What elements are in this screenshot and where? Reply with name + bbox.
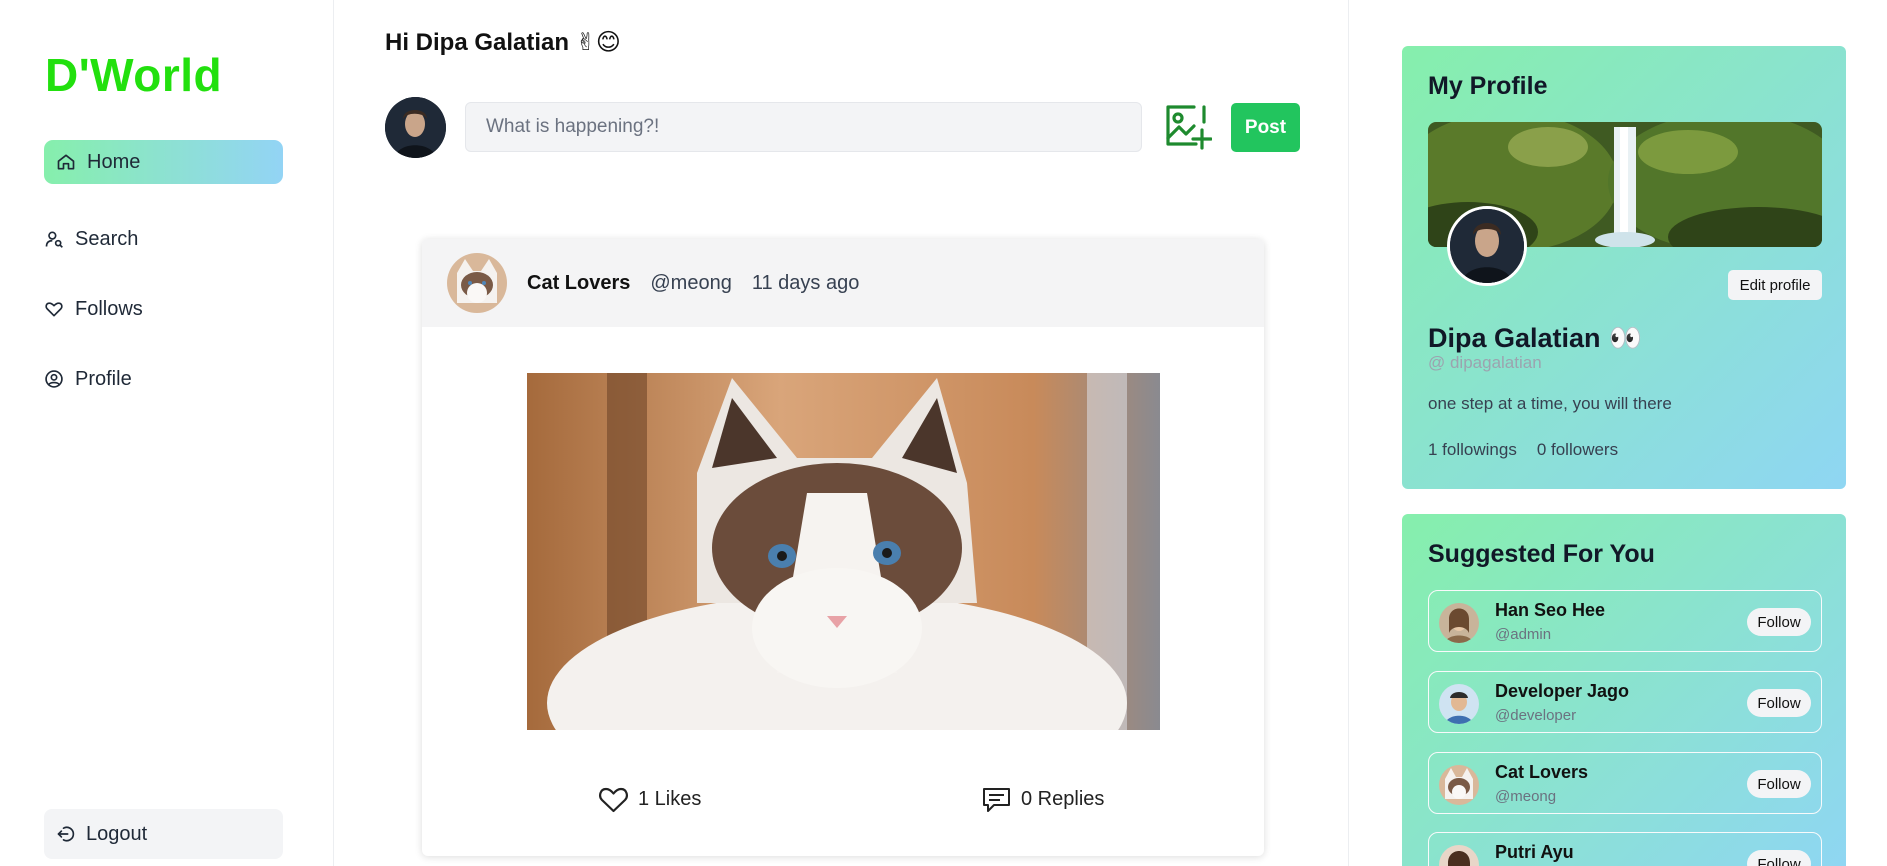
profile-name-text: Dipa Galatian — [1428, 322, 1601, 353]
main-feed: Hi Dipa Galatian ✌😊 Post Cat Lovers @meo… — [335, 0, 1349, 866]
avatar[interactable] — [1447, 206, 1527, 286]
sidebar-item-search[interactable]: Search — [44, 217, 283, 261]
reply-count: 0 Replies — [1021, 788, 1105, 810]
app-logo[interactable]: D'World — [45, 48, 222, 102]
heart-icon — [45, 302, 63, 317]
follow-button[interactable]: Follow — [1747, 770, 1811, 798]
post-author-name[interactable]: Cat Lovers — [527, 272, 630, 295]
sidebar-item-profile[interactable]: Profile — [44, 357, 283, 401]
suggested-user[interactable]: Cat Lovers @meong Follow — [1428, 752, 1822, 814]
suggested-card: Suggested For You Han Seo Hee @admin Fol… — [1402, 514, 1846, 866]
suggested-user-name: Cat Lovers — [1495, 762, 1589, 782]
post-composer-input[interactable] — [465, 102, 1142, 152]
sidebar-item-follows[interactable]: Follows — [44, 287, 283, 331]
profile-stats: 1 followings 0 followers — [1428, 440, 1618, 460]
sidebar-item-label: Search — [75, 227, 139, 250]
user-circle-icon — [45, 370, 63, 388]
avatar[interactable] — [1439, 603, 1479, 643]
post-author-handle: @meong — [650, 271, 732, 294]
sidebar-item-home[interactable]: Home — [44, 140, 283, 184]
avatar[interactable] — [447, 253, 507, 313]
post-header: Cat Lovers @meong 11 days ago — [422, 239, 1264, 327]
suggested-user[interactable]: Putri Ayu Follow — [1428, 832, 1822, 866]
user-search-icon — [45, 231, 63, 248]
follow-button[interactable]: Follow — [1747, 689, 1811, 717]
post-button[interactable]: Post — [1231, 103, 1300, 152]
post-timestamp: 11 days ago — [751, 271, 860, 294]
like-count: 1 Likes — [638, 788, 702, 810]
avatar[interactable] — [385, 97, 446, 158]
sidebar-item-label: Follows — [75, 297, 143, 320]
suggested-user-handle: @admin — [1495, 626, 1552, 643]
avatar[interactable] — [1439, 765, 1479, 805]
suggested-user[interactable]: Han Seo Hee @admin Follow — [1428, 590, 1822, 652]
add-image-button[interactable] — [1164, 104, 1213, 150]
left-sidebar: D'World Home Search Follows Profile Logo… — [0, 0, 334, 866]
suggested-user-name: Developer Jago — [1495, 681, 1630, 701]
avatar[interactable] — [1439, 845, 1479, 866]
avatar[interactable] — [1439, 684, 1479, 724]
edit-profile-button[interactable]: Edit profile — [1728, 270, 1822, 300]
suggested-heading: Suggested For You — [1428, 540, 1655, 568]
my-profile-card: My Profile Edit profile Dipa Galatian 👀 … — [1402, 46, 1846, 489]
suggested-user-name: Han Seo Hee — [1495, 600, 1606, 620]
comment-icon — [983, 788, 1010, 812]
sidebar-item-label: Home — [87, 150, 141, 173]
logout-label: Logout — [86, 822, 148, 845]
suggested-user-handle: @meong — [1495, 788, 1557, 805]
suggested-user-handle: @developer — [1495, 707, 1577, 724]
right-sidebar: My Profile Edit profile Dipa Galatian 👀 … — [1350, 0, 1887, 866]
sidebar-item-label: Profile — [75, 367, 132, 390]
home-icon — [57, 154, 75, 170]
app-window: D'World Home Search Follows Profile Logo… — [0, 0, 1887, 866]
reply-button[interactable]: 0 Replies — [981, 785, 1104, 814]
image-plus-icon — [1166, 105, 1213, 150]
follow-button[interactable]: Follow — [1747, 850, 1811, 866]
eyes-emoji: 👀 — [1608, 323, 1643, 353]
followings-count[interactable]: 1 followings — [1428, 440, 1517, 460]
like-button[interactable]: 1 Likes — [598, 785, 701, 814]
post-actions: 1 Likes 0 Replies — [422, 777, 1264, 827]
follow-button[interactable]: Follow — [1747, 608, 1811, 636]
profile-name: Dipa Galatian 👀 — [1428, 322, 1642, 354]
logout-button[interactable]: Logout — [44, 809, 283, 859]
greeting-heading: Hi Dipa Galatian ✌😊 — [385, 29, 621, 56]
logout-icon — [57, 826, 75, 842]
heart-icon — [599, 787, 628, 813]
post-card: Cat Lovers @meong 11 days ago 1 Likes 0 … — [422, 239, 1264, 856]
suggested-user[interactable]: Developer Jago @developer Follow — [1428, 671, 1822, 733]
post-image[interactable] — [527, 373, 1160, 730]
followers-count[interactable]: 0 followers — [1537, 440, 1618, 460]
profile-bio: one step at a time, you will there — [1428, 394, 1672, 413]
suggested-user-name: Putri Ayu — [1495, 842, 1574, 862]
profile-handle: @ dipagalatian — [1428, 353, 1542, 372]
my-profile-heading: My Profile — [1428, 72, 1548, 100]
